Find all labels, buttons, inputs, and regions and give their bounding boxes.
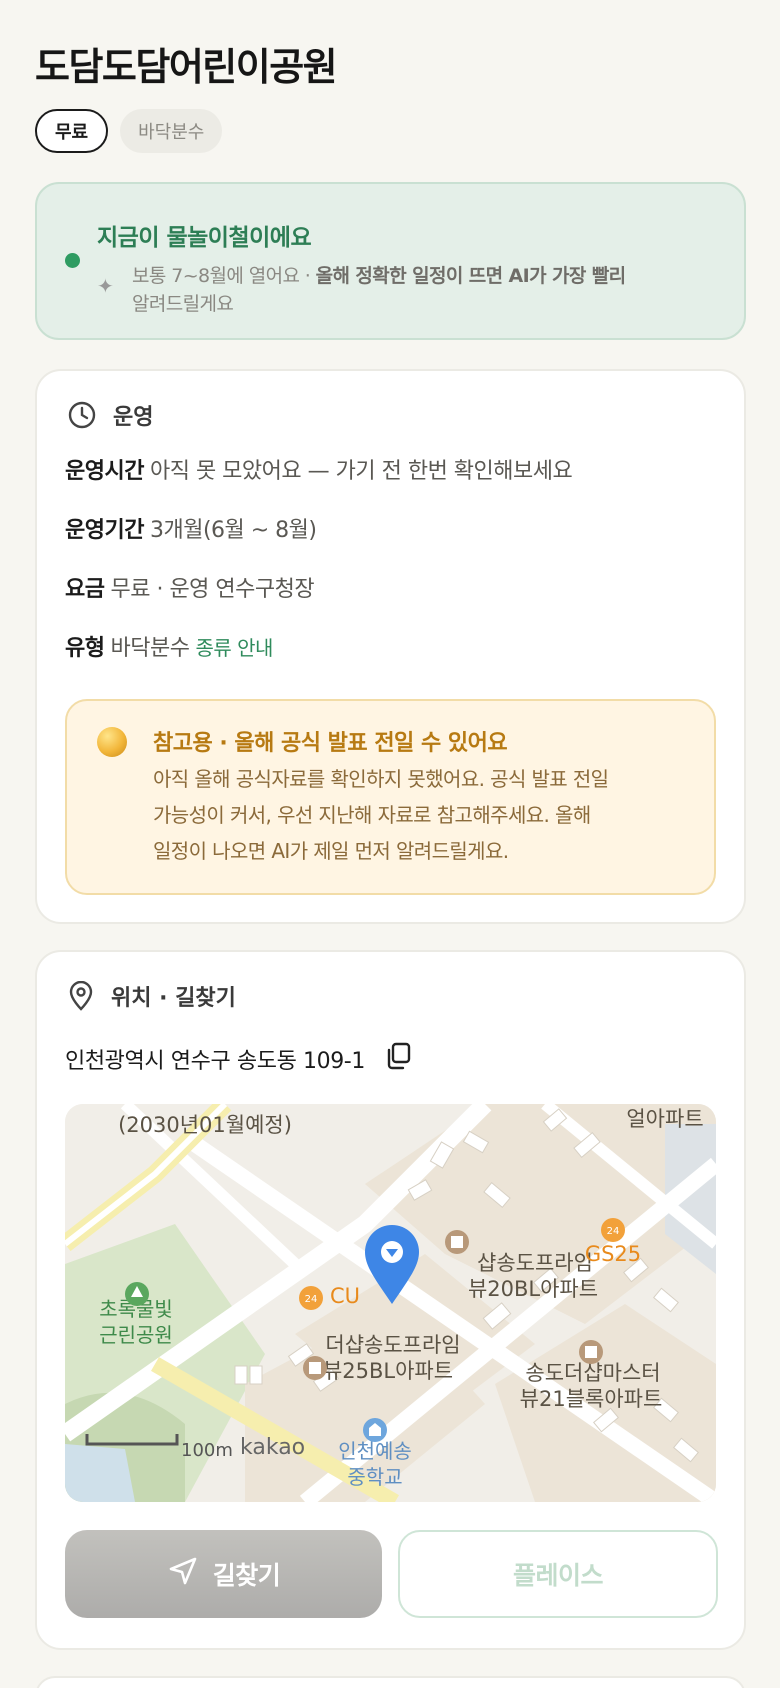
map-label: 얼아파트 bbox=[626, 1107, 703, 1131]
chip-free[interactable]: 무료 bbox=[35, 109, 109, 153]
sparkle-icon: ✦ bbox=[97, 274, 114, 298]
place-button-label: 플레이스 bbox=[512, 1561, 604, 1590]
map-label: 뷰25BL아파트 bbox=[323, 1359, 453, 1383]
next-card-edge bbox=[35, 1676, 746, 1688]
season-status-text: 지금이 물놀이철이에요 bbox=[97, 225, 312, 251]
notice-title: 참고용 · 올해 공식 발표 전일 수 있어요 bbox=[153, 731, 508, 756]
page-title: 도담도담어린이공원 bbox=[35, 45, 338, 89]
navigate-button-label: 길찾기 bbox=[212, 1561, 281, 1590]
period-value: 3개월(6월 ~ 8월) bbox=[149, 518, 317, 543]
place-button[interactable]: 플레이스 bbox=[398, 1530, 718, 1618]
hours-label: 운영시간 bbox=[65, 459, 144, 484]
type-guide-link[interactable]: 종류 안내 bbox=[195, 636, 273, 660]
navigate-button[interactable]: 길찾기 bbox=[65, 1530, 382, 1618]
map-pin-icon bbox=[67, 981, 95, 1011]
map-label: CU bbox=[330, 1284, 360, 1308]
copy-icon[interactable] bbox=[385, 1042, 411, 1076]
svg-text:24: 24 bbox=[607, 1226, 620, 1237]
operation-card: 운영 운영시간 아직 못 모았어요 — 가기 전 한번 확인해보세요 운영기간 3개… bbox=[35, 369, 746, 924]
status-dot-icon bbox=[65, 253, 80, 268]
fee-row: 요금 무료 · 운영 연수구청장 bbox=[65, 571, 315, 603]
map-label: 샵송도프라임 bbox=[477, 1251, 593, 1275]
map-label: (2030년01월예정) bbox=[118, 1113, 292, 1137]
season-desc-bold: 올해 정확한 일정이 뜨면 AI가 가장 빨리 bbox=[315, 265, 626, 287]
season-status-banner: 지금이 물놀이철이에요 ✦ 보통 7~8월에 열어요 · 올해 정확한 일정이 … bbox=[35, 182, 746, 340]
map-label: 송도더샵마스터 bbox=[525, 1361, 660, 1385]
navigation-arrow-icon bbox=[167, 1555, 199, 1593]
map-label: 뷰20BL아파트 bbox=[468, 1277, 598, 1301]
notice-line: 아직 올해 공식자료를 확인하지 못했어요. 공식 발표 전일 bbox=[153, 767, 609, 791]
map-label: 근린공원 bbox=[99, 1323, 173, 1347]
place-detail-page: 도담도담어린이공원 무료 바닥분수 지금이 물놀이철이에요 ✦ 보통 7~8월에… bbox=[0, 0, 780, 1688]
address-row: 인천광역시 연수구 송도동 109-1 bbox=[65, 1042, 411, 1076]
reference-notice: 참고용 · 올해 공식 발표 전일 수 있어요 아직 올해 공식자료를 확인하지… bbox=[65, 699, 716, 895]
map-label: 뷰21블록아파트 bbox=[520, 1387, 663, 1411]
operation-section-title: 운영 bbox=[113, 405, 154, 430]
operation-section-header: 운영 bbox=[67, 399, 153, 431]
location-card: 위치 · 길찾기 인천광역시 연수구 송도동 109-1 (2030년01월예정… bbox=[35, 950, 746, 1650]
svg-text:24: 24 bbox=[305, 1294, 318, 1305]
action-buttons: 길찾기 플레이스 bbox=[65, 1530, 718, 1618]
hours-row: 운영시간 아직 못 모았어요 — 가기 전 한번 확인해보세요 bbox=[65, 453, 573, 485]
fee-value: 무료 · 운영 연수구청장 bbox=[110, 577, 315, 602]
type-row: 유형 바닥분수 종류 안내 bbox=[65, 630, 273, 662]
location-section-header: 위치 · 길찾기 bbox=[67, 980, 236, 1012]
type-label: 유형 bbox=[65, 636, 105, 661]
address-text[interactable]: 인천광역시 연수구 송도동 109-1 bbox=[65, 1043, 365, 1075]
season-desc-tail: 알려드릴게요 bbox=[132, 293, 234, 315]
notice-line: 일정이 나오면 AI가 제일 먼저 알려드릴게요. bbox=[153, 839, 509, 863]
map-label: 더샵송도프라임 bbox=[325, 1333, 460, 1357]
map-scale-label: 100m bbox=[181, 1440, 233, 1461]
location-section-title: 위치 · 길찾기 bbox=[111, 986, 236, 1011]
moon-icon bbox=[97, 727, 127, 757]
type-value: 바닥분수 bbox=[110, 636, 190, 661]
tag-chips: 무료 바닥분수 bbox=[35, 109, 223, 153]
period-row: 운영기간 3개월(6월 ~ 8월) bbox=[65, 512, 317, 544]
fee-label: 요금 bbox=[65, 577, 105, 602]
map-view[interactable]: (2030년01월예정) 얼아파트 샵송도프라임 뷰20BL아파트 더샵송도프라… bbox=[65, 1104, 716, 1502]
season-desc-plain: 보통 7~8월에 열어요 · bbox=[132, 265, 316, 287]
period-label: 운영기간 bbox=[65, 518, 144, 543]
clock-icon bbox=[67, 400, 97, 430]
map-brand-label: kakao bbox=[240, 1435, 305, 1460]
chip-floor-fountain[interactable]: 바닥분수 bbox=[120, 109, 223, 153]
hours-value: 아직 못 모았어요 — 가기 전 한번 확인해보세요 bbox=[149, 459, 573, 484]
notice-line: 가능성이 커서, 우선 지난해 자료로 참고해주세요. 올해 bbox=[153, 803, 591, 827]
map-label: 중학교 bbox=[347, 1465, 402, 1489]
season-description: 보통 7~8월에 열어요 · 올해 정확한 일정이 뜨면 AI가 가장 빨리알려… bbox=[132, 262, 722, 318]
notice-body: 아직 올해 공식자료를 확인하지 못했어요. 공식 발표 전일 가능성이 커서,… bbox=[153, 761, 693, 869]
map-label: 인천예송 bbox=[338, 1439, 412, 1463]
map-label: GS25 bbox=[585, 1242, 641, 1266]
